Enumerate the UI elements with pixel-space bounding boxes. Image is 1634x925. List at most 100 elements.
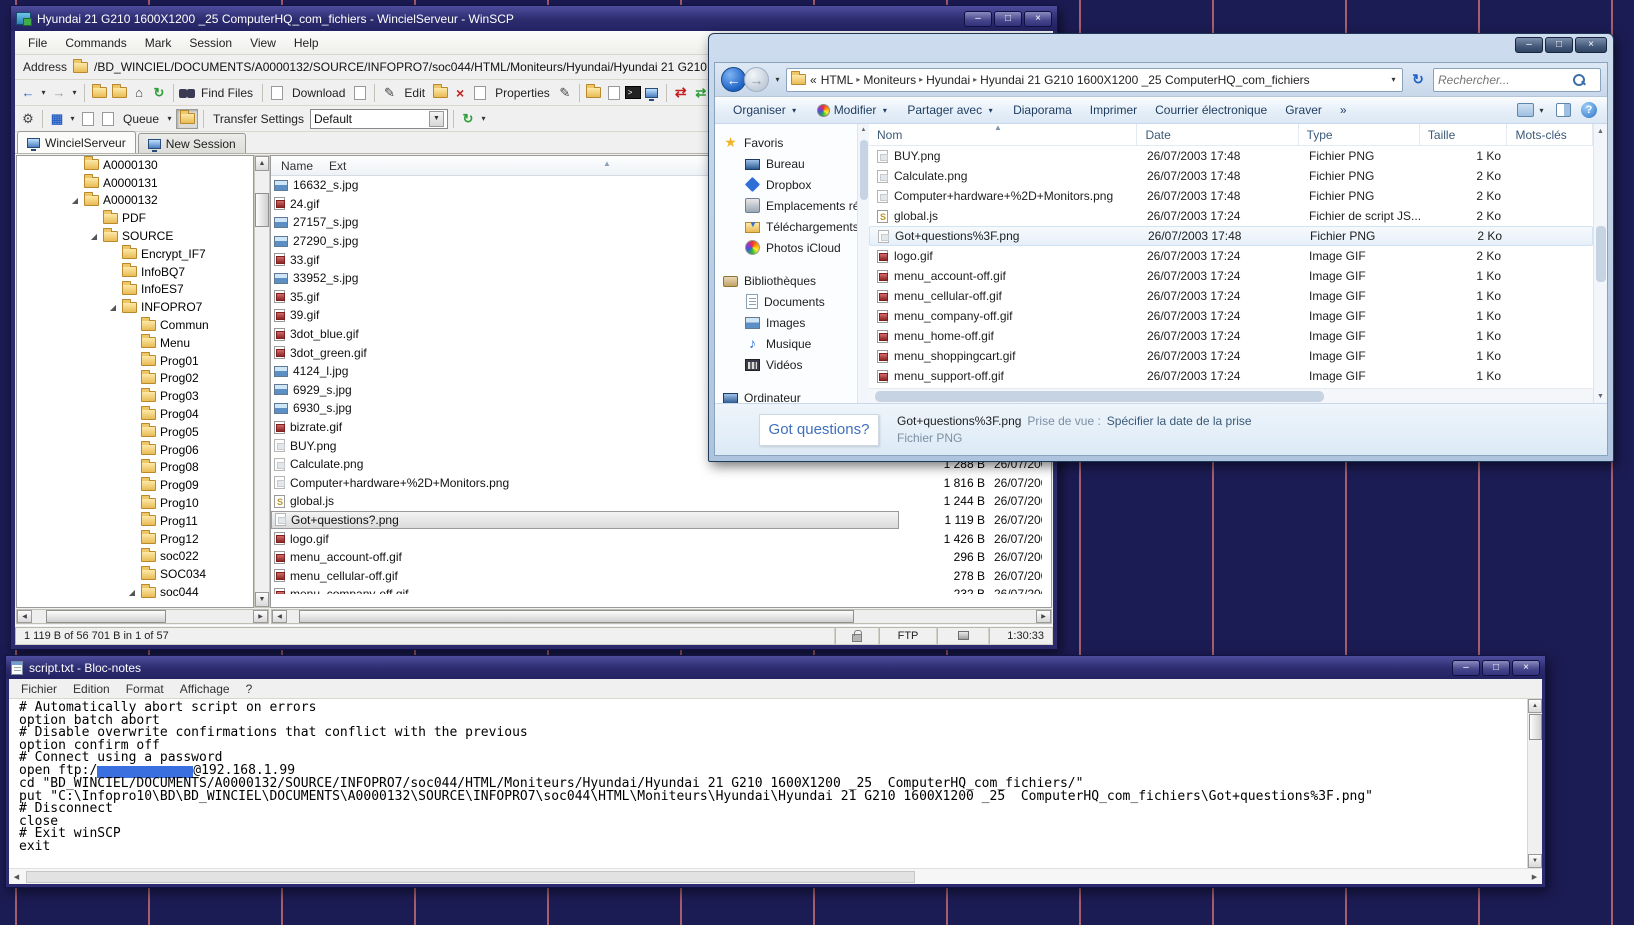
scrollbar-thumb[interactable] [1529,714,1542,740]
scroll-right-icon[interactable]: ▶ [1527,870,1542,884]
column-header-taille[interactable]: Taille [1420,124,1508,145]
minimize-icon[interactable]: – [1452,660,1480,676]
table-row[interactable]: Computer+hardware+%2D+Monitors.png1 816 … [271,474,1051,493]
tree-vertical-scrollbar[interactable]: ▲ ▼ [254,155,270,608]
menu-item-session[interactable]: Session [180,33,241,53]
maximize-icon[interactable]: □ [994,11,1022,27]
tree-toggle-button[interactable] [176,109,198,129]
menu-item-file[interactable]: File [19,33,56,53]
tree-item-prog10[interactable]: Prog10 [17,494,253,512]
table-row[interactable]: Got+questions%3F.png26/07/2003 17:48Fich… [869,226,1593,246]
notepad-text-area[interactable]: # Automatically abort script on errorsop… [9,699,1527,868]
chevron-right-icon[interactable]: ▸ [916,75,926,84]
column-header-name[interactable]: Name [271,159,329,173]
menu-item-format[interactable]: Format [118,680,172,698]
forward-button[interactable]: → [744,67,769,92]
delete-icon[interactable]: × [451,84,469,101]
help-icon[interactable]: ? [1581,102,1597,118]
scroll-down-icon[interactable]: ▼ [255,592,269,607]
table-row[interactable]: menu_shoppingcart.gif26/07/2003 17:24Ima… [869,346,1593,366]
maximize-icon[interactable]: □ [1545,37,1573,53]
download-button[interactable]: Download [288,86,349,100]
back-dropdown-icon[interactable]: ▾ [39,88,48,97]
preview-pane-icon[interactable] [1556,103,1571,117]
scroll-up-icon[interactable]: ▲ [859,124,869,136]
panel-layout-dropdown-icon[interactable]: ▾ [68,114,77,123]
scrollbar-thumb[interactable] [860,140,868,200]
minimize-icon[interactable]: – [1515,37,1543,53]
scroll-down-icon[interactable]: ▼ [1528,854,1542,868]
table-row[interactable]: menu_company-off.gif232 B26/07/2003 1 [271,585,1051,594]
table-row[interactable]: Got+questions?.png1 119 B26/07/2003 1 [271,511,1051,530]
breadcrumb-bar[interactable]: « HTML▸Moniteurs▸Hyundai▸Hyundai 21 G210… [786,68,1403,92]
tree-item-pdf[interactable]: PDF [17,209,253,227]
sidebar-section-bibliothèques[interactable]: Bibliothèques [723,270,857,291]
sync-dropdown-icon[interactable]: ▾ [479,114,488,123]
table-row[interactable]: logo.gif1 426 B26/07/2003 1 [271,529,1051,548]
table-row[interactable]: global.js26/07/2003 17:24Fichier de scri… [869,206,1593,226]
parent-directory-icon[interactable] [90,84,108,101]
details-capture-value[interactable]: Spécifier la date de la prise [1107,414,1252,428]
scroll-left-icon[interactable]: ◀ [17,610,32,623]
properties-icon[interactable] [471,84,489,101]
winscp-titlebar[interactable]: Hyundai 21 G210 1600X1200 _25 ComputerHQ… [11,6,1057,31]
menu-item-?[interactable]: ? [238,680,261,698]
scrollbar-thumb[interactable] [255,193,269,227]
close-icon[interactable]: × [1575,37,1607,53]
sidebar-section-ordinateur[interactable]: Ordinateur [723,387,857,403]
tree-item-a0000131[interactable]: A0000131 [17,174,253,192]
sidebar-scrollbar[interactable]: ▲ [857,124,869,403]
download-icon[interactable] [268,84,286,101]
view-dropdown-icon[interactable]: ▾ [1537,106,1546,115]
scrollbar-thumb[interactable] [1596,226,1606,282]
new-folder-icon[interactable] [585,84,603,101]
menu-item-fichier[interactable]: Fichier [13,680,65,698]
breadcrumb-segment[interactable]: HTML [821,73,854,87]
sync-browsing-icon[interactable]: ↻ [459,110,477,127]
scroll-down-icon[interactable]: ▼ [1595,389,1607,403]
scrollbar-thumb[interactable] [26,871,915,883]
forward-icon[interactable]: → [50,84,68,101]
tree-item-infobq7[interactable]: InfoBQ7 [17,263,253,281]
tree-item-encrypt_if7[interactable]: Encrypt_IF7 [17,245,253,263]
tree-item-soc034[interactable]: SOC034 [17,565,253,583]
command-»[interactable]: » [1332,100,1355,120]
scroll-up-icon[interactable]: ▲ [255,156,269,171]
queue-icon[interactable] [99,110,117,127]
command-courrier-lectronique[interactable]: Courrier électronique [1147,100,1275,120]
sidebar-item-documents[interactable]: Documents [723,291,857,312]
notepad-vertical-scrollbar[interactable]: ▲ ▼ [1527,699,1542,868]
tree-item-prog01[interactable]: Prog01 [17,352,253,370]
tree-item-a0000132[interactable]: ◢A0000132 [17,192,253,210]
tree-item-a0000130[interactable]: A0000130 [17,156,253,174]
close-icon[interactable]: × [1024,11,1052,27]
breadcrumb-segment[interactable]: Moniteurs [863,73,916,87]
column-header-type[interactable]: Type [1299,124,1420,145]
command-imprimer[interactable]: Imprimer [1082,100,1145,120]
session-tab-wincielserveur[interactable]: WincielServeur [17,131,136,153]
sidebar-item-musique[interactable]: ♪Musique [723,333,857,354]
minimize-icon[interactable]: – [964,11,992,27]
notepad-titlebar[interactable]: script.txt - Bloc-notes – □ × [6,656,1545,679]
menu-item-affichage[interactable]: Affichage [172,680,238,698]
combo-dropdown-icon[interactable]: ▼ [429,111,444,127]
tree-horizontal-scrollbar[interactable]: ◀ ▶ [16,609,269,624]
remote-desktop-icon[interactable] [643,84,661,101]
scroll-left-icon[interactable]: ◀ [9,870,24,884]
tree-item-soc022[interactable]: soc022 [17,548,253,566]
tree-item-prog02[interactable]: Prog02 [17,370,253,388]
refresh-button[interactable]: ↻ [1407,68,1429,92]
tree-item-prog12[interactable]: Prog12 [17,530,253,548]
tree-expanded-icon[interactable]: ◢ [108,303,118,312]
list-vertical-scrollbar[interactable]: ▲ ▼ [1593,124,1607,403]
scroll-up-icon[interactable]: ▲ [1595,124,1607,138]
scroll-up-icon[interactable]: ▲ [1528,699,1542,713]
scrollbar-thumb[interactable] [46,610,166,623]
breadcrumb-segment[interactable]: Hyundai 21 G210 1600X1200 _25 ComputerHQ… [980,73,1310,87]
tree-item-infoes7[interactable]: InfoES7 [17,281,253,299]
sidebar-item-vidéos[interactable]: Vidéos [723,354,857,375]
close-icon[interactable]: × [1512,660,1540,676]
edit-icon[interactable]: ✎ [380,84,398,101]
column-header-mots-cl-s[interactable]: Mots-clés [1507,124,1593,145]
transfer-mode-icon[interactable]: ⇄ [672,84,690,101]
